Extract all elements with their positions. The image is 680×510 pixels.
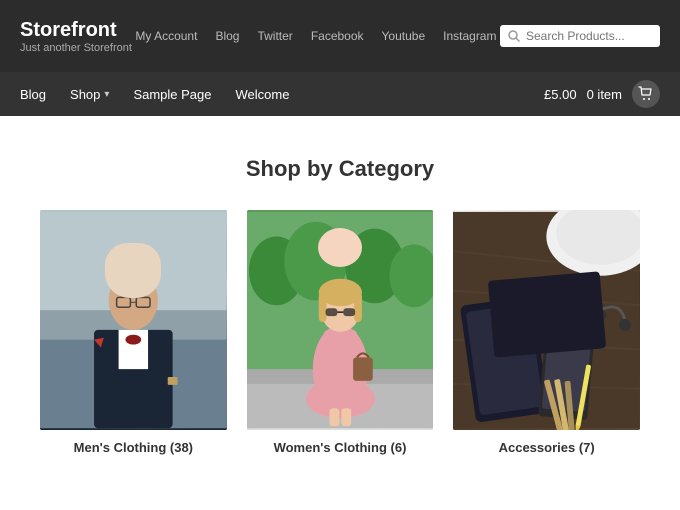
mens-illustration: [40, 210, 227, 430]
womens-clothing-label: Women's Clothing (6): [274, 440, 407, 455]
accessories-label: Accessories (7): [499, 440, 595, 455]
search-icon: [508, 30, 520, 42]
womens-clothing-image: [247, 210, 434, 430]
top-nav-blog[interactable]: Blog: [215, 29, 239, 43]
search-input[interactable]: [526, 29, 646, 43]
cart-items: 0 item: [587, 87, 622, 102]
cart-icon[interactable]: [632, 80, 660, 108]
brand-subtitle: Just another Storefront: [20, 42, 132, 54]
categories-grid: Men's Clothing (38): [40, 210, 640, 455]
chevron-down-icon: ▾: [104, 89, 109, 100]
top-nav: My Account Blog Twitter Facebook Youtube…: [135, 29, 496, 43]
top-nav-facebook[interactable]: Facebook: [311, 29, 364, 43]
category-card-accessories[interactable]: Accessories (7): [453, 210, 640, 455]
nav-welcome[interactable]: Welcome: [236, 87, 290, 102]
nav-bar: Blog Shop ▾ Sample Page Welcome £5.00 0 …: [0, 72, 680, 116]
mens-clothing-image: [40, 210, 227, 430]
womens-illustration: [247, 210, 434, 430]
category-card-mens[interactable]: Men's Clothing (38): [40, 210, 227, 455]
brand: Storefront Just another Storefront: [20, 18, 132, 54]
top-nav-instagram[interactable]: Instagram: [443, 29, 496, 43]
top-nav-myaccount[interactable]: My Account: [135, 29, 197, 43]
brand-title[interactable]: Storefront: [20, 18, 132, 42]
cart-area[interactable]: £5.00 0 item: [544, 80, 660, 108]
nav-sample-page[interactable]: Sample Page: [133, 87, 211, 102]
mens-clothing-label: Men's Clothing (38): [74, 440, 193, 455]
main-nav: Blog Shop ▾ Sample Page Welcome: [20, 87, 289, 102]
top-bar: Storefront Just another Storefront My Ac…: [0, 0, 680, 72]
category-card-womens[interactable]: Women's Clothing (6): [247, 210, 434, 455]
nav-shop[interactable]: Shop ▾: [70, 87, 109, 102]
accessories-illustration: [453, 210, 640, 430]
top-nav-twitter[interactable]: Twitter: [257, 29, 292, 43]
shopping-cart-icon: [638, 86, 654, 102]
cart-total: £5.00: [544, 87, 577, 102]
main-content: Shop by Category: [0, 116, 680, 485]
accessories-image: [453, 210, 640, 430]
nav-blog[interactable]: Blog: [20, 87, 46, 102]
section-title: Shop by Category: [40, 156, 640, 182]
top-nav-youtube[interactable]: Youtube: [382, 29, 426, 43]
search-box[interactable]: [500, 25, 660, 47]
